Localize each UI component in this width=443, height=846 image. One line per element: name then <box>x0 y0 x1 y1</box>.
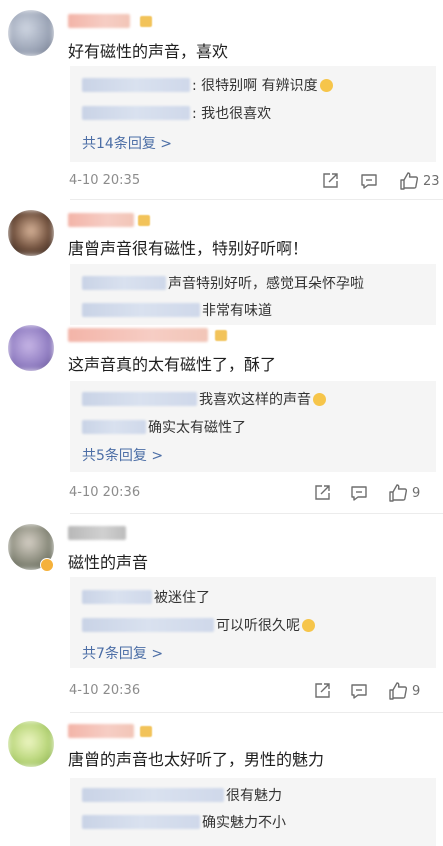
avatar[interactable] <box>8 721 54 767</box>
reply-text: : 很特别啊 有辨识度 <box>192 78 318 94</box>
reply-username[interactable] <box>82 303 200 317</box>
like-button[interactable]: 9 <box>388 482 420 504</box>
like-count: 9 <box>412 485 421 501</box>
like-button[interactable]: 9 <box>388 680 420 702</box>
reply-line: 非常有味道 <box>82 300 272 320</box>
reply-text: 确实魅力不小 <box>202 815 286 831</box>
thumbs-up-emoji-icon <box>302 618 315 632</box>
username[interactable] <box>68 328 208 342</box>
avatar[interactable] <box>8 10 54 56</box>
comment-item: 唐曾声音很有磁性，特别好听啊！ 声音特别好听，感觉耳朵怀孕啦 非常有味道 <box>0 200 443 325</box>
reply-username[interactable] <box>82 815 200 829</box>
share-button[interactable] <box>313 482 331 504</box>
username[interactable] <box>68 526 126 540</box>
comment-actions: 9 <box>313 482 443 504</box>
reply-line: 确实魅力不小 <box>82 812 286 832</box>
reply-username[interactable] <box>82 276 166 290</box>
user-badge-icon <box>140 726 152 737</box>
comment-button[interactable] <box>360 170 378 192</box>
reply-text: 确实太有磁性了 <box>148 420 246 436</box>
user-badge-icon <box>140 16 152 27</box>
comment-text: 唐曾声音很有磁性，特别好听啊！ <box>68 239 309 258</box>
reply-line: 被迷住了 <box>82 587 210 607</box>
comment-text: 唐曾的声音也太好听了，男性的魅力 <box>68 750 325 769</box>
user-badge-icon <box>215 330 227 341</box>
reply-username[interactable] <box>82 392 197 406</box>
share-icon <box>315 683 330 698</box>
share-icon <box>315 485 330 500</box>
reply-username[interactable] <box>82 618 214 632</box>
reply-box[interactable]: 很有魅力 确实魅力不小 <box>70 778 436 846</box>
comment-icon <box>351 684 367 699</box>
thumbs-up-emoji-icon <box>319 78 333 92</box>
reply-text: 非常有味道 <box>202 303 272 319</box>
more-replies-link[interactable]: 共5条回复 > <box>82 445 163 465</box>
comment-item: 磁性的声音 被迷住了 可以听很久呢 共7条回复 > 4-10 20:36 9 <box>0 514 443 714</box>
like-button[interactable]: 23 <box>399 170 440 192</box>
reply-username[interactable] <box>82 420 146 434</box>
share-button[interactable] <box>321 170 339 192</box>
laughing-emoji-icon <box>313 392 326 406</box>
like-count: 23 <box>423 173 440 189</box>
share-icon <box>323 173 338 188</box>
reply-line: 声音特别好听，感觉耳朵怀孕啦 <box>82 273 364 293</box>
reply-box[interactable]: 我喜欢这样的声音 确实太有磁性了 共5条回复 > <box>70 381 436 472</box>
username[interactable] <box>68 213 134 227</box>
comment-text: 磁性的声音 <box>68 553 149 572</box>
comment-date: 4-10 20:36 <box>69 683 141 698</box>
comment-item: 好有磁性的声音，喜欢 : 很特别啊 有辨识度 : 我也很喜欢 共14条回复 > … <box>0 0 443 200</box>
avatar[interactable] <box>8 210 54 256</box>
comment-button[interactable] <box>350 482 368 504</box>
reply-text: : 我也很喜欢 <box>192 106 272 122</box>
reply-line: 我喜欢这样的声音 <box>82 389 326 409</box>
more-replies-link[interactable]: 共14条回复 > <box>82 133 172 153</box>
comment-text: 这声音真的太有磁性了，酥了 <box>68 355 277 374</box>
reply-text: 被迷住了 <box>154 590 210 606</box>
user-badge-icon <box>138 215 150 226</box>
reply-box[interactable]: 声音特别好听，感觉耳朵怀孕啦 非常有味道 <box>70 264 436 325</box>
reply-box[interactable]: : 很特别啊 有辨识度 : 我也很喜欢 共14条回复 > <box>70 66 436 162</box>
reply-text: 可以听很久呢 <box>216 618 300 634</box>
avatar[interactable] <box>8 325 54 371</box>
username[interactable] <box>68 724 134 738</box>
comment-date: 4-10 20:36 <box>69 485 141 500</box>
reply-text: 声音特别好听，感觉耳朵怀孕啦 <box>168 276 364 292</box>
thumbs-up-icon <box>389 682 408 700</box>
thumbs-up-icon <box>389 484 408 502</box>
verified-badge-icon <box>40 558 54 572</box>
comment-text: 好有磁性的声音，喜欢 <box>68 42 229 61</box>
reply-line: 可以听很久呢 <box>82 615 315 635</box>
share-button[interactable] <box>313 680 331 702</box>
comment-actions: 9 <box>313 680 443 702</box>
comment-date: 4-10 20:35 <box>69 173 141 188</box>
reply-username[interactable] <box>82 788 224 802</box>
reply-text: 很有魅力 <box>226 788 282 804</box>
reply-line: : 很特别啊 有辨识度 <box>82 75 333 95</box>
reply-box[interactable]: 被迷住了 可以听很久呢 共7条回复 > <box>70 577 436 668</box>
comment-button[interactable] <box>350 680 368 702</box>
reply-line: : 我也很喜欢 <box>82 103 271 123</box>
reply-username[interactable] <box>82 106 190 120</box>
more-replies-link[interactable]: 共7条回复 > <box>82 643 163 663</box>
reply-text: 我喜欢这样的声音 <box>199 392 311 408</box>
thumbs-up-icon <box>400 172 419 190</box>
reply-line: 确实太有磁性了 <box>82 417 246 437</box>
comment-icon <box>351 486 367 501</box>
comment-item: 这声音真的太有磁性了，酥了 我喜欢这样的声音 确实太有磁性了 共5条回复 > 4… <box>0 325 443 516</box>
reply-username[interactable] <box>82 590 152 604</box>
comment-item: 唐曾的声音也太好听了，男性的魅力 很有魅力 确实魅力不小 <box>0 713 443 846</box>
comment-icon <box>361 174 377 189</box>
like-count: 9 <box>412 683 421 699</box>
reply-username[interactable] <box>82 78 190 92</box>
reply-line: 很有魅力 <box>82 785 282 805</box>
comment-actions: 23 <box>313 170 443 192</box>
username[interactable] <box>68 14 130 28</box>
